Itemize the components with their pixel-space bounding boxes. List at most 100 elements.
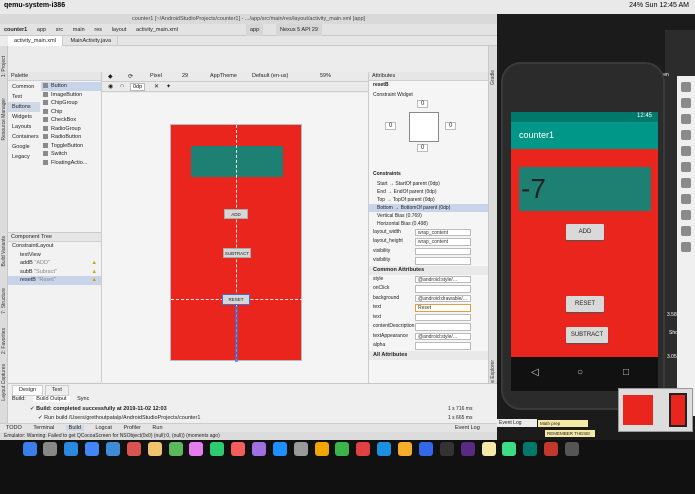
photos-icon[interactable]: [189, 442, 204, 456]
build-variants-tab[interactable]: Build Variants: [1, 236, 7, 266]
volume-up-icon[interactable]: [681, 98, 691, 108]
settings-icon[interactable]: [293, 442, 308, 456]
palette-item[interactable]: Button: [41, 82, 101, 91]
palette-item[interactable]: ChipGroup: [41, 99, 101, 108]
orientation-icon[interactable]: ⟳: [128, 73, 133, 80]
palette-item[interactable]: RadioGroup: [41, 125, 101, 134]
all-attributes-title[interactable]: All Attributes: [369, 350, 488, 360]
palette-category[interactable]: Legacy: [8, 152, 40, 162]
rotate-left-icon[interactable]: [681, 130, 691, 140]
notes-icon[interactable]: [147, 442, 162, 456]
constraint-item[interactable]: Top → TopOf parent (0dp): [369, 196, 488, 204]
build-tab[interactable]: Build: [65, 425, 84, 431]
trash-icon[interactable]: [564, 442, 579, 456]
podcasts-icon[interactable]: [252, 442, 267, 456]
eye-icon[interactable]: ◉: [108, 83, 113, 90]
acrobat-icon[interactable]: [544, 442, 559, 456]
bottom-margin[interactable]: 0: [417, 144, 429, 152]
volume-down-icon[interactable]: [681, 114, 691, 124]
no-entry-icon[interactable]: [356, 442, 371, 456]
subtract-button[interactable]: SUBTRACT: [566, 327, 608, 343]
attr-tools-visibility[interactable]: visibility: [369, 256, 488, 266]
palette-category[interactable]: Layouts: [8, 122, 40, 132]
terminal-tab[interactable]: Terminal: [33, 425, 54, 431]
emulator-icon[interactable]: [523, 442, 538, 456]
breadcrumb-item[interactable]: app: [33, 24, 50, 36]
power-icon[interactable]: [681, 82, 691, 92]
palette-category[interactable]: Containers: [8, 132, 40, 142]
finder-icon[interactable]: [22, 442, 37, 456]
facetime-icon[interactable]: [210, 442, 225, 456]
breadcrumb-item[interactable]: res: [90, 24, 106, 36]
tab-activity-main[interactable]: activity_main.xml: [8, 36, 63, 46]
palette-item[interactable]: RadioButton: [41, 133, 101, 142]
app-name[interactable]: qemu-system-i386: [4, 2, 65, 9]
xcode-icon[interactable]: [377, 442, 392, 456]
back-icon[interactable]: [681, 194, 691, 204]
build-output-tab[interactable]: Build Output: [33, 396, 70, 402]
zoom-icon[interactable]: [681, 178, 691, 188]
menubar-clock[interactable]: 24% Sun 12:45 AM: [629, 2, 689, 9]
home-icon[interactable]: ○: [577, 367, 583, 378]
constraint-item[interactable]: Start → StartOf parent (0dp): [369, 180, 488, 188]
constraints-title[interactable]: Constraints: [369, 170, 488, 180]
breadcrumb-item[interactable]: src: [52, 24, 67, 36]
tree-item[interactable]: ConstraintLayout: [8, 242, 101, 251]
device-select[interactable]: Nexus 5 API 29: [276, 24, 322, 36]
breadcrumb-item[interactable]: main: [69, 24, 89, 36]
warning-icon[interactable]: ▲: [92, 259, 97, 268]
sticky-note[interactable]: Math prep: [538, 420, 588, 427]
pages-icon[interactable]: [418, 442, 433, 456]
infer-constraints-icon[interactable]: ✦: [166, 83, 171, 90]
start-margin[interactable]: 0: [385, 122, 397, 130]
event-log-button[interactable]: Event Log: [497, 419, 537, 427]
project-tool-tab[interactable]: 1: Project: [1, 56, 7, 77]
palette-item[interactable]: ImageButton: [41, 91, 101, 100]
keynote-icon[interactable]: [314, 442, 329, 456]
breadcrumb-item[interactable]: activity_main.xml: [132, 24, 182, 36]
more-icon[interactable]: [681, 242, 691, 252]
reset-button-preview[interactable]: RESET: [222, 294, 250, 305]
sketch-icon[interactable]: [398, 442, 413, 456]
add-button-preview[interactable]: ADD: [224, 209, 248, 219]
android-studio-icon[interactable]: [502, 442, 517, 456]
app-store-icon[interactable]: [272, 442, 287, 456]
messages-icon[interactable]: [168, 442, 183, 456]
rotate-right-icon[interactable]: [681, 146, 691, 156]
constraint-widget[interactable]: 0 0 0 0: [369, 100, 488, 170]
tree-item[interactable]: resetB "Reset" ▲: [8, 276, 101, 285]
attr-text[interactable]: text Reset: [369, 303, 488, 313]
clear-constraints-icon[interactable]: ✕: [154, 83, 159, 90]
attr-visibility[interactable]: visibility: [369, 247, 488, 257]
attr-layout-height[interactable]: layout_height wrap_content: [369, 237, 488, 247]
terminal-icon[interactable]: [439, 442, 454, 456]
back-icon[interactable]: ◁: [531, 367, 539, 378]
api-selector[interactable]: 29: [182, 73, 188, 79]
attr-style[interactable]: style @android:style/...: [369, 275, 488, 285]
stickies-icon[interactable]: [481, 442, 496, 456]
build-line[interactable]: ✔ Build: completed successfully at 2019-…: [30, 406, 167, 412]
safari-icon[interactable]: [64, 442, 79, 456]
palette-item[interactable]: Switch: [41, 150, 101, 159]
logcat-tab[interactable]: Logcat: [95, 425, 112, 431]
top-margin[interactable]: 0: [417, 100, 429, 108]
component-id[interactable]: resetB: [369, 81, 488, 91]
camera-icon[interactable]: [681, 162, 691, 172]
locale-selector[interactable]: Default (en-us): [252, 73, 288, 79]
magnet-icon[interactable]: ∩: [120, 83, 124, 89]
palette-item[interactable]: Chip: [41, 108, 101, 117]
tree-item[interactable]: textView: [8, 251, 101, 260]
resource-manager-tab[interactable]: Resource Manager: [1, 98, 7, 141]
breadcrumb-item[interactable]: layout: [108, 24, 131, 36]
calendar-icon[interactable]: [126, 442, 141, 456]
favorites-tab[interactable]: 2: Favorites: [1, 328, 7, 354]
constraint-item[interactable]: Vertical Bias (0.769): [369, 212, 488, 220]
structure-tab[interactable]: 7: Structure: [1, 288, 7, 314]
launchpad-icon[interactable]: [43, 442, 58, 456]
sticky-note[interactable]: REMEMBER THESE!: [545, 430, 595, 437]
tree-item[interactable]: addB "ADD" ▲: [8, 259, 101, 268]
adobe-xd-icon[interactable]: [460, 442, 475, 456]
screenshot-thumbnail[interactable]: [618, 388, 693, 432]
common-attributes-title[interactable]: Common Attributes: [369, 265, 488, 275]
reset-button[interactable]: RESET: [566, 296, 604, 312]
